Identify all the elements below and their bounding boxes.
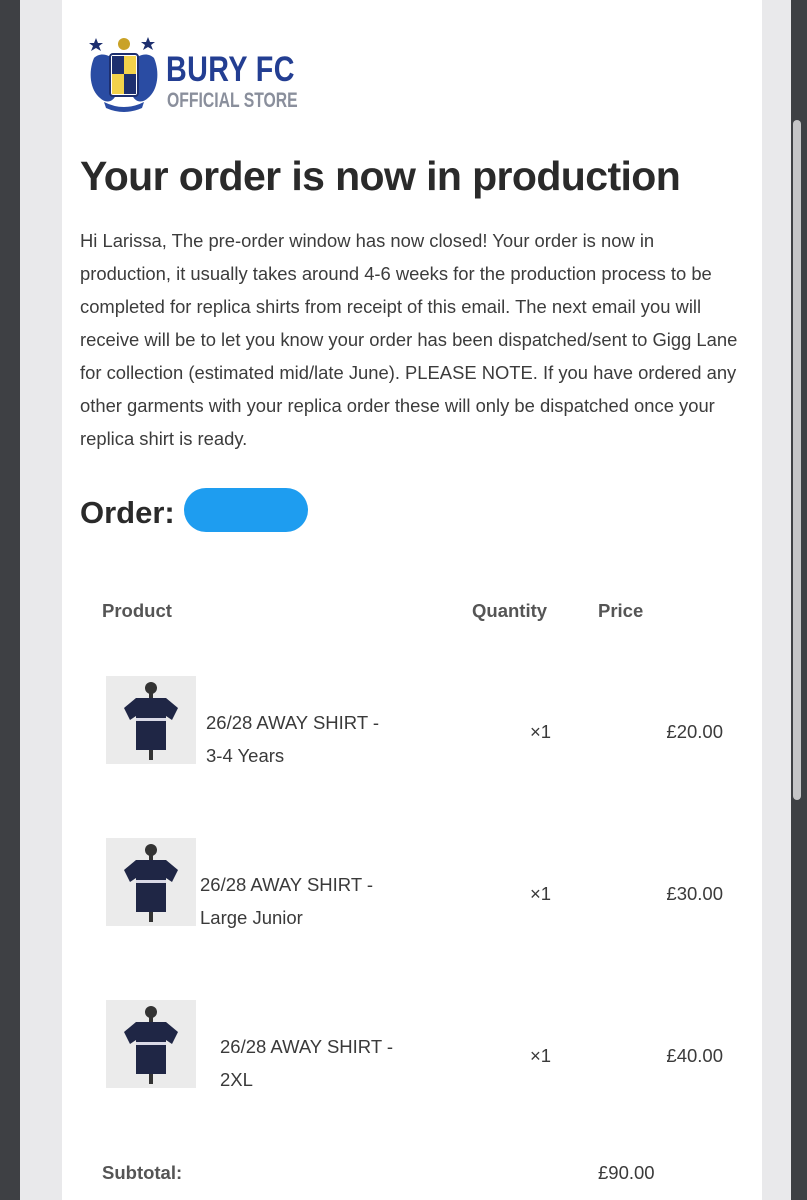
store-subtitle: OFFICIAL STORE	[167, 89, 298, 112]
product-thumbnail[interactable]	[106, 676, 196, 764]
product-price: £40.00	[666, 1045, 723, 1066]
order-item-row: 26/28 AWAY SHIRT - 2XL ×1 £40.00	[0, 996, 807, 1096]
column-header-product: Product	[102, 600, 172, 621]
email-message: Hi Larissa, The pre-order window has now…	[80, 230, 738, 449]
product-name-line1: 26/28 AWAY SHIRT -	[206, 712, 380, 733]
product-name-line2: Large Junior	[200, 907, 303, 928]
product-name[interactable]: 26/28 AWAY SHIRT - Large Junior	[200, 868, 373, 934]
subtotal-label: Subtotal:	[102, 1162, 183, 1183]
column-header-price: Price	[598, 600, 644, 621]
away-shirt-icon	[124, 844, 178, 922]
product-name-line1: 26/28 AWAY SHIRT -	[220, 1036, 394, 1057]
away-shirt-icon	[124, 682, 178, 760]
subtotal-value: £90.00	[598, 1162, 655, 1183]
away-shirt-icon	[124, 1006, 178, 1084]
product-quantity: ×1	[530, 1045, 552, 1066]
product-name-line1: 26/28 AWAY SHIRT -	[200, 874, 374, 895]
product-name-line2: 3-4 Years	[206, 745, 285, 766]
product-thumbnail[interactable]	[106, 838, 196, 926]
store-name: BURY FC	[166, 50, 295, 89]
product-name[interactable]: 26/28 AWAY SHIRT - 3-4 Years	[206, 706, 379, 772]
email-heading: Your order is now in production	[80, 153, 681, 199]
product-thumbnail[interactable]	[106, 1000, 196, 1088]
product-name-line2: 2XL	[220, 1069, 253, 1090]
club-crest-icon	[89, 37, 158, 112]
order-number-redaction	[184, 488, 308, 532]
column-header-quantity: Quantity	[472, 600, 548, 621]
order-item-row: 26/28 AWAY SHIRT - 3-4 Years ×1 £20.00	[0, 672, 807, 772]
product-quantity: ×1	[530, 883, 552, 904]
order-item-row: 26/28 AWAY SHIRT - Large Junior ×1 £30.0…	[0, 834, 807, 934]
product-price: £30.00	[666, 883, 723, 904]
product-quantity: ×1	[530, 721, 552, 742]
product-name[interactable]: 26/28 AWAY SHIRT - 2XL	[220, 1030, 393, 1096]
store-logo[interactable]: BURY FC OFFICIAL STORE	[86, 32, 298, 114]
product-price: £20.00	[666, 721, 723, 742]
order-label: Order:	[80, 495, 175, 530]
